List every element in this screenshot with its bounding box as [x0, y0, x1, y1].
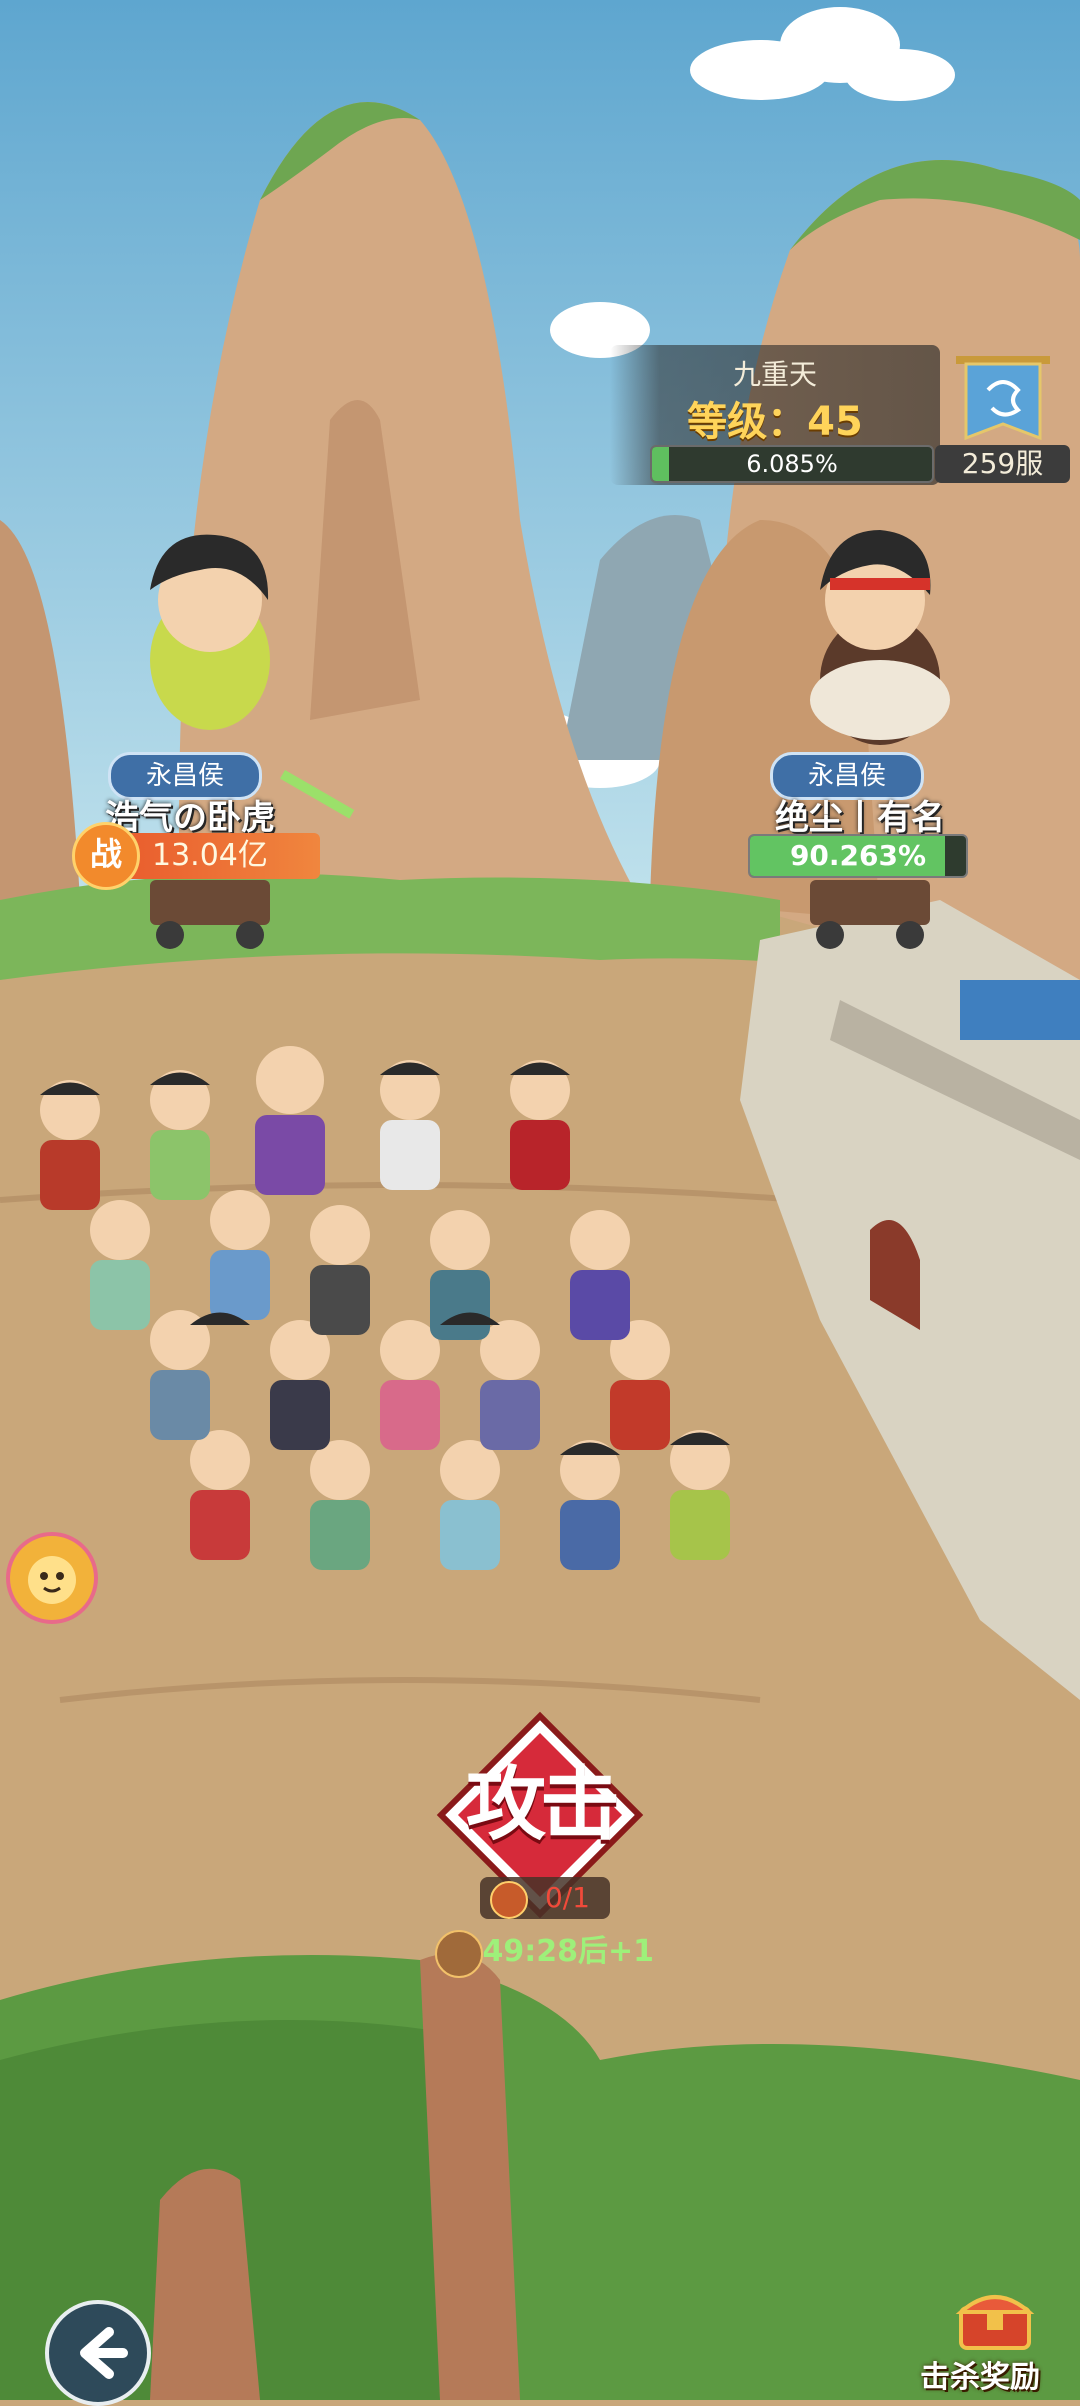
server-label[interactable]: 259服: [935, 445, 1070, 483]
kill-reward-label[interactable]: 击杀奖励: [880, 2352, 1080, 2396]
opponent-name: 绝尘丨有名: [775, 798, 945, 838]
treasure-chest-icon[interactable]: [955, 2282, 1035, 2354]
dragon-banner-icon[interactable]: [948, 350, 1058, 450]
exp-progress-text: 6.085%: [746, 450, 838, 478]
player-power-value: 13.04亿: [152, 838, 268, 873]
back-arrow-icon: [80, 2327, 128, 2379]
realm-panel: 九重天 等级：45 6.085%: [610, 345, 940, 485]
level-label: 等级：45: [687, 399, 863, 445]
back-button[interactable]: [45, 2300, 151, 2406]
realm-name: 九重天: [732, 358, 817, 391]
pet-face-icon[interactable]: [6, 1532, 98, 1624]
battle-power-icon: 战: [72, 822, 140, 890]
attack-button-label[interactable]: 攻击: [445, 1740, 635, 1856]
attack-refill-timer: 49:28后+1: [482, 1934, 654, 1969]
opponent-hp-bar: 90.263%: [748, 834, 968, 878]
exp-progress-bar: 6.085%: [650, 445, 934, 483]
opponent-hp-text: 90.263%: [789, 839, 927, 872]
attack-token-icon: [490, 1881, 528, 1919]
